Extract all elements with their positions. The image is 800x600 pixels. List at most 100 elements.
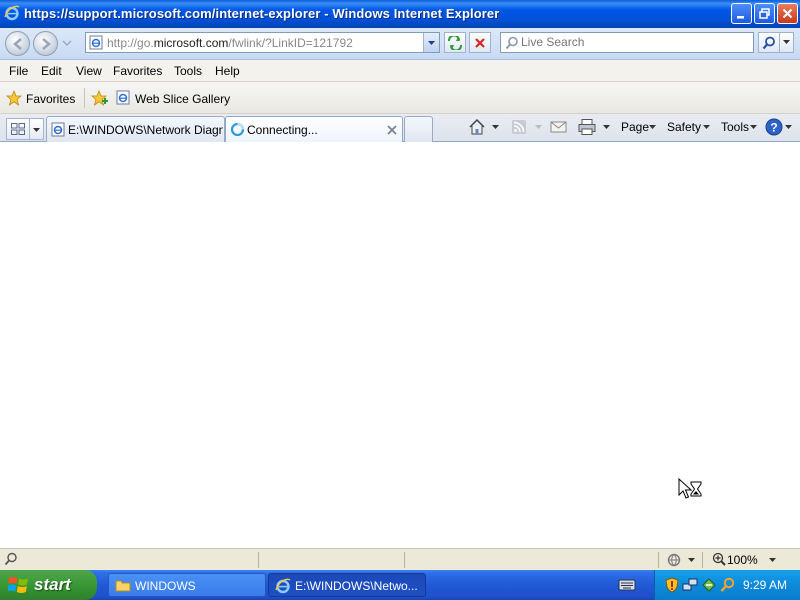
chevron-down-icon	[783, 40, 790, 44]
chevron-down-icon	[33, 128, 40, 132]
taskbar-item-label: E:\WINDOWS\Netwo...	[295, 579, 418, 593]
tab-list-button[interactable]	[30, 118, 44, 140]
minimize-button[interactable]	[731, 3, 752, 24]
safety-menu-button[interactable]: Safety	[667, 114, 713, 140]
quick-tabs-icon	[11, 123, 25, 135]
tab-network-diagnostics[interactable]: E:\WINDOWS\Network Diagn...	[46, 116, 225, 142]
tab-connecting[interactable]: Connecting...	[225, 116, 403, 142]
chevron-down-icon	[703, 125, 710, 129]
new-tab-button[interactable]	[404, 116, 433, 142]
taskbar: start WINDOWS E:\WINDOWS\Netwo... 9:29 A…	[0, 570, 800, 600]
taskbar-item-internet-explorer[interactable]: E:\WINDOWS\Netwo...	[268, 573, 426, 597]
taskbar-item-label: WINDOWS	[135, 579, 196, 593]
address-bar[interactable]: http://go.microsoft.com/fwlink/?LinkID=1…	[85, 32, 440, 53]
page-icon	[89, 35, 103, 50]
chevron-down-icon[interactable]	[688, 558, 695, 563]
tools-menu-button[interactable]: Tools	[721, 114, 761, 140]
keyboard-icon[interactable]	[618, 578, 636, 592]
stop-icon	[475, 37, 485, 48]
home-dropdown-icon[interactable]	[492, 125, 499, 130]
start-label: start	[34, 575, 71, 594]
feeds-dropdown-icon[interactable]	[535, 125, 542, 130]
stop-button[interactable]	[469, 32, 491, 53]
page-menu-button[interactable]: Page	[621, 114, 659, 140]
close-tab-icon[interactable]	[387, 125, 397, 135]
tab-label: Connecting...	[247, 123, 318, 137]
forward-button[interactable]	[33, 31, 58, 56]
address-dropdown-button[interactable]	[423, 33, 439, 52]
tray-tool-icon[interactable]	[701, 577, 717, 593]
status-divider	[404, 552, 405, 568]
help-icon: ?	[765, 118, 783, 136]
svg-text:?: ?	[770, 121, 777, 135]
restore-button[interactable]	[754, 3, 775, 24]
chevron-down-icon	[785, 125, 792, 129]
zoom-dropdown-icon[interactable]	[769, 558, 776, 563]
navigation-bar: http://go.microsoft.com/fwlink/?LinkID=1…	[0, 28, 800, 60]
start-button[interactable]: start	[0, 570, 97, 600]
add-to-favorites-bar-icon[interactable]	[91, 90, 109, 107]
busy-cursor-icon	[678, 478, 702, 499]
chevron-down-icon	[649, 125, 656, 129]
status-bar: 100%	[0, 548, 800, 570]
window-title: https://support.microsoft.com/internet-e…	[24, 6, 500, 21]
menu-help[interactable]: Help	[215, 64, 240, 78]
search-options-button[interactable]	[780, 32, 794, 53]
tools-menu-label: Tools	[721, 120, 750, 134]
taskbar-item-windows-folder[interactable]: WINDOWS	[108, 573, 266, 597]
menu-bar: File Edit View Favorites Tools Help	[0, 60, 800, 82]
windows-logo-icon	[8, 577, 28, 593]
internet-explorer-icon	[51, 122, 65, 137]
favorites-button[interactable]: Favorites	[4, 86, 78, 110]
forward-arrow-icon	[41, 37, 51, 50]
refresh-button[interactable]	[444, 32, 466, 53]
home-icon[interactable]	[468, 118, 486, 136]
status-divider	[258, 552, 259, 568]
folder-icon	[115, 580, 131, 592]
security-shield-icon[interactable]	[665, 577, 679, 593]
zoom-icon	[712, 552, 726, 566]
web-slice-gallery-label: Web Slice Gallery	[135, 92, 231, 106]
status-search-icon	[4, 552, 17, 566]
internet-explorer-icon	[275, 578, 291, 594]
read-mail-icon[interactable]	[550, 120, 567, 134]
minimize-icon	[737, 16, 744, 19]
menu-view[interactable]: View	[76, 64, 102, 78]
protected-mode-icon[interactable]	[667, 553, 683, 567]
search-box[interactable]	[500, 32, 754, 53]
print-dropdown-icon[interactable]	[603, 125, 610, 130]
menu-tools[interactable]: Tools	[174, 64, 202, 78]
status-divider	[702, 552, 703, 568]
history-dropdown-icon[interactable]	[62, 40, 72, 48]
menu-favorites[interactable]: Favorites	[113, 64, 162, 78]
clock[interactable]: 9:29 AM	[743, 578, 787, 592]
close-icon	[782, 8, 793, 19]
back-button[interactable]	[5, 31, 30, 56]
title-bar[interactable]: https://support.microsoft.com/internet-e…	[0, 0, 800, 28]
help-menu-button[interactable]: ?	[765, 117, 795, 139]
refresh-icon	[448, 35, 462, 50]
system-tray: 9:29 AM	[654, 570, 800, 600]
feeds-icon[interactable]	[511, 119, 527, 135]
status-divider	[658, 552, 659, 568]
web-slice-gallery-link[interactable]: Web Slice Gallery	[114, 86, 230, 110]
tab-row: E:\WINDOWS\Network Diagn... Connecting..…	[0, 114, 800, 142]
menu-edit[interactable]: Edit	[41, 64, 62, 78]
address-url[interactable]: http://go.microsoft.com/fwlink/?LinkID=1…	[107, 36, 353, 50]
search-go-icon	[762, 36, 775, 49]
page-menu-label: Page	[621, 120, 650, 134]
menu-file[interactable]: File	[9, 64, 28, 78]
search-input[interactable]	[521, 35, 751, 49]
tab-label: E:\WINDOWS\Network Diagn...	[68, 123, 223, 137]
close-window-button[interactable]	[777, 3, 798, 24]
chevron-down-icon	[428, 40, 435, 45]
restore-icon	[759, 8, 770, 19]
network-icon[interactable]	[682, 577, 698, 593]
quick-tabs-button[interactable]	[6, 118, 30, 140]
page-content[interactable]	[0, 142, 800, 548]
tray-search-icon[interactable]	[720, 577, 736, 593]
search-go-button[interactable]	[758, 32, 780, 53]
chevron-down-icon	[750, 125, 757, 129]
print-icon[interactable]	[578, 118, 596, 136]
star-icon	[6, 90, 22, 106]
